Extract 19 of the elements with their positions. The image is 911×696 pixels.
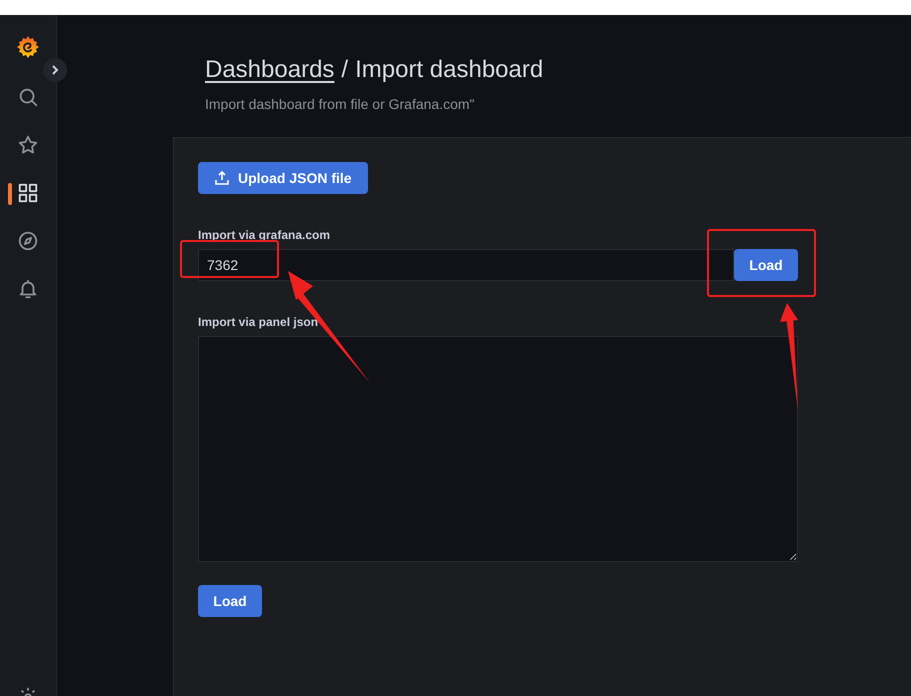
upload-json-button[interactable]: Upload JSON file: [198, 162, 368, 194]
active-indicator: [8, 183, 12, 205]
logo-icon[interactable]: [16, 35, 40, 59]
breadcrumb-link[interactable]: Dashboards: [205, 55, 334, 85]
load-button[interactable]: Load: [198, 585, 262, 617]
field-label: Import via grafana.com: [198, 227, 332, 244]
page-subtitle: Import dashboard from file or Grafana.com": [205, 95, 476, 114]
upload-icon: [214, 170, 230, 186]
grid-icon: [17, 182, 39, 204]
star-icon: [17, 134, 39, 156]
load-button[interactable]: Load: [734, 249, 798, 281]
search-icon: [17, 86, 39, 108]
compass-icon: [17, 230, 39, 252]
field-label: Import via panel json: [198, 314, 320, 331]
grafana-id-input[interactable]: 7362: [198, 249, 734, 281]
expand-button[interactable]: [43, 58, 67, 82]
page-title: Import dashboard: [355, 55, 544, 85]
bell-icon: [17, 278, 39, 300]
breadcrumb-separator: /: [341, 55, 348, 85]
